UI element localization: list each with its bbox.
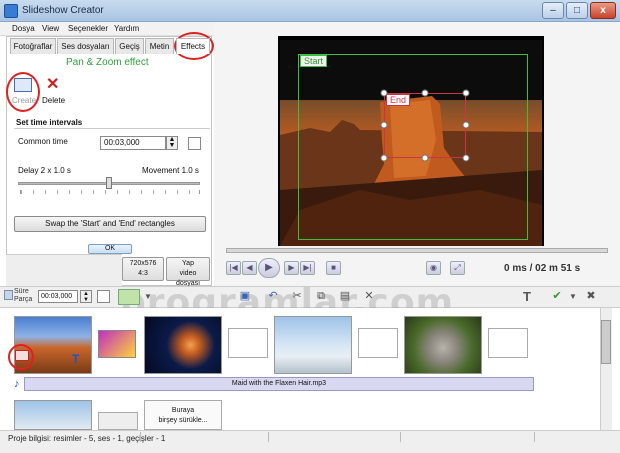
empty-transition-slot[interactable] — [488, 328, 528, 358]
undo-icon[interactable]: ↶ — [266, 290, 280, 303]
menu-secenekler[interactable]: Seçenekler — [68, 24, 108, 33]
delete-icon[interactable]: ✕ — [362, 290, 376, 303]
image-picker-dropdown-icon[interactable]: ▼ — [141, 290, 155, 303]
window-title: Slideshow Creator — [22, 5, 104, 16]
timing-slider-thumb[interactable] — [106, 177, 112, 189]
status-divider — [140, 432, 141, 442]
resolution-button[interactable]: 720x576 4:3 — [122, 257, 164, 281]
tab-fotograflar[interactable]: Fotoğraflar — [10, 38, 56, 54]
delete-label[interactable]: Delete — [42, 96, 65, 105]
common-time-input[interactable]: 00:03,000 — [100, 136, 166, 150]
empty-transition-slot[interactable] — [228, 328, 268, 358]
paste-icon[interactable]: ▤ — [338, 290, 352, 303]
section-title: Set time intervals — [16, 118, 83, 127]
playback-timeline[interactable] — [226, 248, 608, 253]
delete-x-icon[interactable]: ✕ — [46, 74, 59, 94]
common-time-checkbox[interactable] — [188, 137, 201, 150]
maximize-button[interactable]: □ — [566, 2, 588, 19]
tools-icon[interactable]: ✖ — [584, 290, 598, 303]
status-divider — [400, 432, 401, 442]
movement-label: Movement 1.0 s — [142, 166, 199, 175]
minimize-button[interactable]: – — [542, 2, 564, 19]
cut-icon[interactable]: ✂ — [290, 290, 304, 303]
menu-dosya[interactable]: Dosya — [12, 24, 35, 33]
drop-text-2: birşey sürükle... — [158, 417, 208, 424]
left-footer — [6, 254, 122, 286]
end-rect-handles[interactable] — [378, 87, 472, 164]
next-frame-icon[interactable]: ▶ — [284, 261, 299, 275]
duration-label-1: Süre — [14, 288, 29, 295]
delay-label: Delay 2 x 1.0 s — [18, 166, 71, 175]
tab-metin[interactable]: Metin — [145, 38, 174, 54]
check-icon[interactable]: ✔ — [550, 290, 564, 303]
slider-ticks — [20, 190, 200, 194]
panel-heading: Pan & Zoom effect — [66, 57, 149, 68]
app-icon — [4, 4, 18, 18]
panel-toggle-icon[interactable] — [4, 290, 13, 300]
last-frame-icon[interactable]: ▶| — [300, 261, 315, 275]
prev-frame-icon[interactable]: ◀ — [242, 261, 257, 275]
playback-time: 0 ms / 02 m 51 s — [504, 263, 581, 274]
storyboard-scroll-thumb[interactable] — [601, 320, 611, 364]
section-divider — [14, 128, 210, 129]
status-divider — [534, 432, 535, 442]
highlight-circle-create — [6, 72, 40, 112]
slide-thumb-koala[interactable] — [404, 316, 482, 374]
duration-checkbox[interactable] — [97, 290, 110, 303]
snapshot-icon[interactable]: ◉ — [426, 261, 441, 275]
drop-target[interactable]: Buraya birşey sürükle... — [144, 400, 222, 430]
swap-rectangles-button[interactable]: Swap the 'Start' and 'End' rectangles — [14, 216, 206, 232]
empty-transition-slot[interactable] — [98, 412, 138, 430]
start-rect-label: Start — [300, 55, 328, 67]
check-dropdown-icon[interactable]: ▼ — [566, 290, 580, 303]
tab-ses-dosyalari[interactable]: Ses dosyaları — [57, 38, 114, 54]
close-button[interactable]: x — [590, 2, 616, 19]
status-divider — [268, 432, 269, 442]
image-picker-icon[interactable] — [118, 289, 140, 305]
common-time-label: Common time — [18, 137, 68, 146]
first-frame-icon[interactable]: |◀ — [226, 261, 241, 275]
fullscreen-icon[interactable]: ⤢ — [450, 261, 465, 275]
text-icon[interactable]: T — [520, 290, 534, 303]
music-note-icon: ♪ — [14, 378, 20, 390]
stop-icon[interactable]: ■ — [326, 261, 341, 275]
highlight-circle-effect — [8, 344, 34, 370]
common-time-spinner[interactable]: ▲ ▼ — [166, 136, 178, 150]
duration-label-2: Parça — [14, 296, 33, 303]
empty-transition-slot[interactable] — [358, 328, 398, 358]
aspect-label: 4:3 — [138, 270, 148, 277]
text-effect-icon[interactable]: T — [72, 352, 79, 366]
drop-text-1: Buraya — [171, 407, 195, 414]
transition-icon[interactable] — [98, 330, 136, 358]
audio-track[interactable]: Maid with the Flaxen Hair.mp3 — [24, 377, 534, 391]
make-video-button[interactable]: Yap video dosyası — [166, 257, 210, 287]
menu-yardim[interactable]: Yardım — [114, 24, 139, 33]
ok-button[interactable]: OK — [88, 244, 132, 254]
tab-effects[interactable]: Effects — [176, 38, 210, 54]
resolution-label: 720x576 — [129, 260, 157, 267]
tab-gecis[interactable]: Geçiş — [115, 38, 144, 54]
slide-thumb-penguins[interactable] — [274, 316, 352, 374]
make-video-label-1: Yap — [182, 260, 194, 267]
slide-thumb-jellyfish[interactable] — [144, 316, 222, 374]
duration-input[interactable]: 00:03,000 — [38, 290, 78, 303]
duration-label: Süre Parça — [14, 288, 32, 304]
slide-thumb-penguins-2[interactable] — [14, 400, 92, 430]
copy-icon[interactable]: ⧉ — [314, 290, 328, 303]
duration-spinner[interactable]: ▲ ▼ — [80, 290, 92, 303]
play-icon[interactable]: ▶ — [258, 258, 280, 278]
menu-view[interactable]: View — [42, 24, 59, 33]
save-icon[interactable]: ▣ — [238, 290, 252, 303]
status-text: Proje bilgisi: resimler - 5, ses - 1, ge… — [8, 434, 166, 443]
